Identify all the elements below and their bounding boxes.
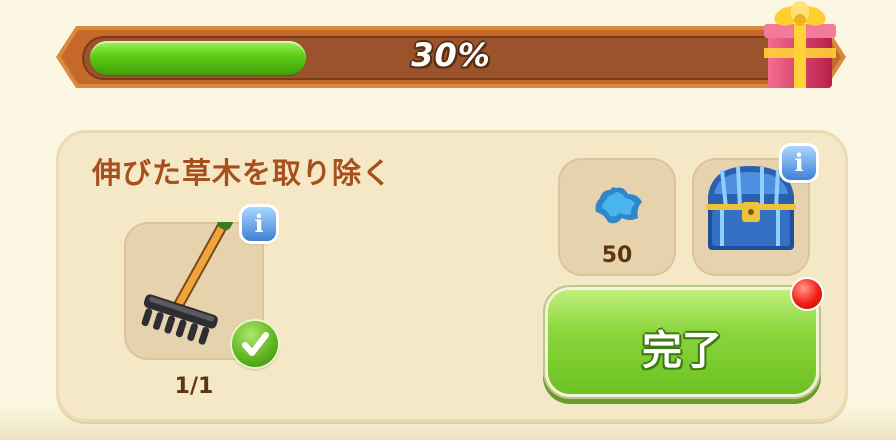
tool-count: 1/1 <box>174 374 214 399</box>
complete-button-label: 完了 <box>642 328 722 374</box>
notification-dot <box>792 279 822 309</box>
progress-bar: 30% <box>56 26 846 88</box>
gift-box-icon[interactable] <box>760 0 840 92</box>
blue-star-gem-icon <box>595 187 642 224</box>
task-title: 伸びた草木を取り除く <box>92 156 393 190</box>
tool-info-icon[interactable]: i <box>242 207 276 241</box>
chest-info-icon[interactable]: i <box>782 146 816 180</box>
complete-button[interactable]: 完了 <box>548 290 816 394</box>
progress-percent: 30% <box>411 36 491 74</box>
gem-reward-amount: 50 <box>601 243 633 268</box>
completed-check-icon <box>232 321 278 367</box>
